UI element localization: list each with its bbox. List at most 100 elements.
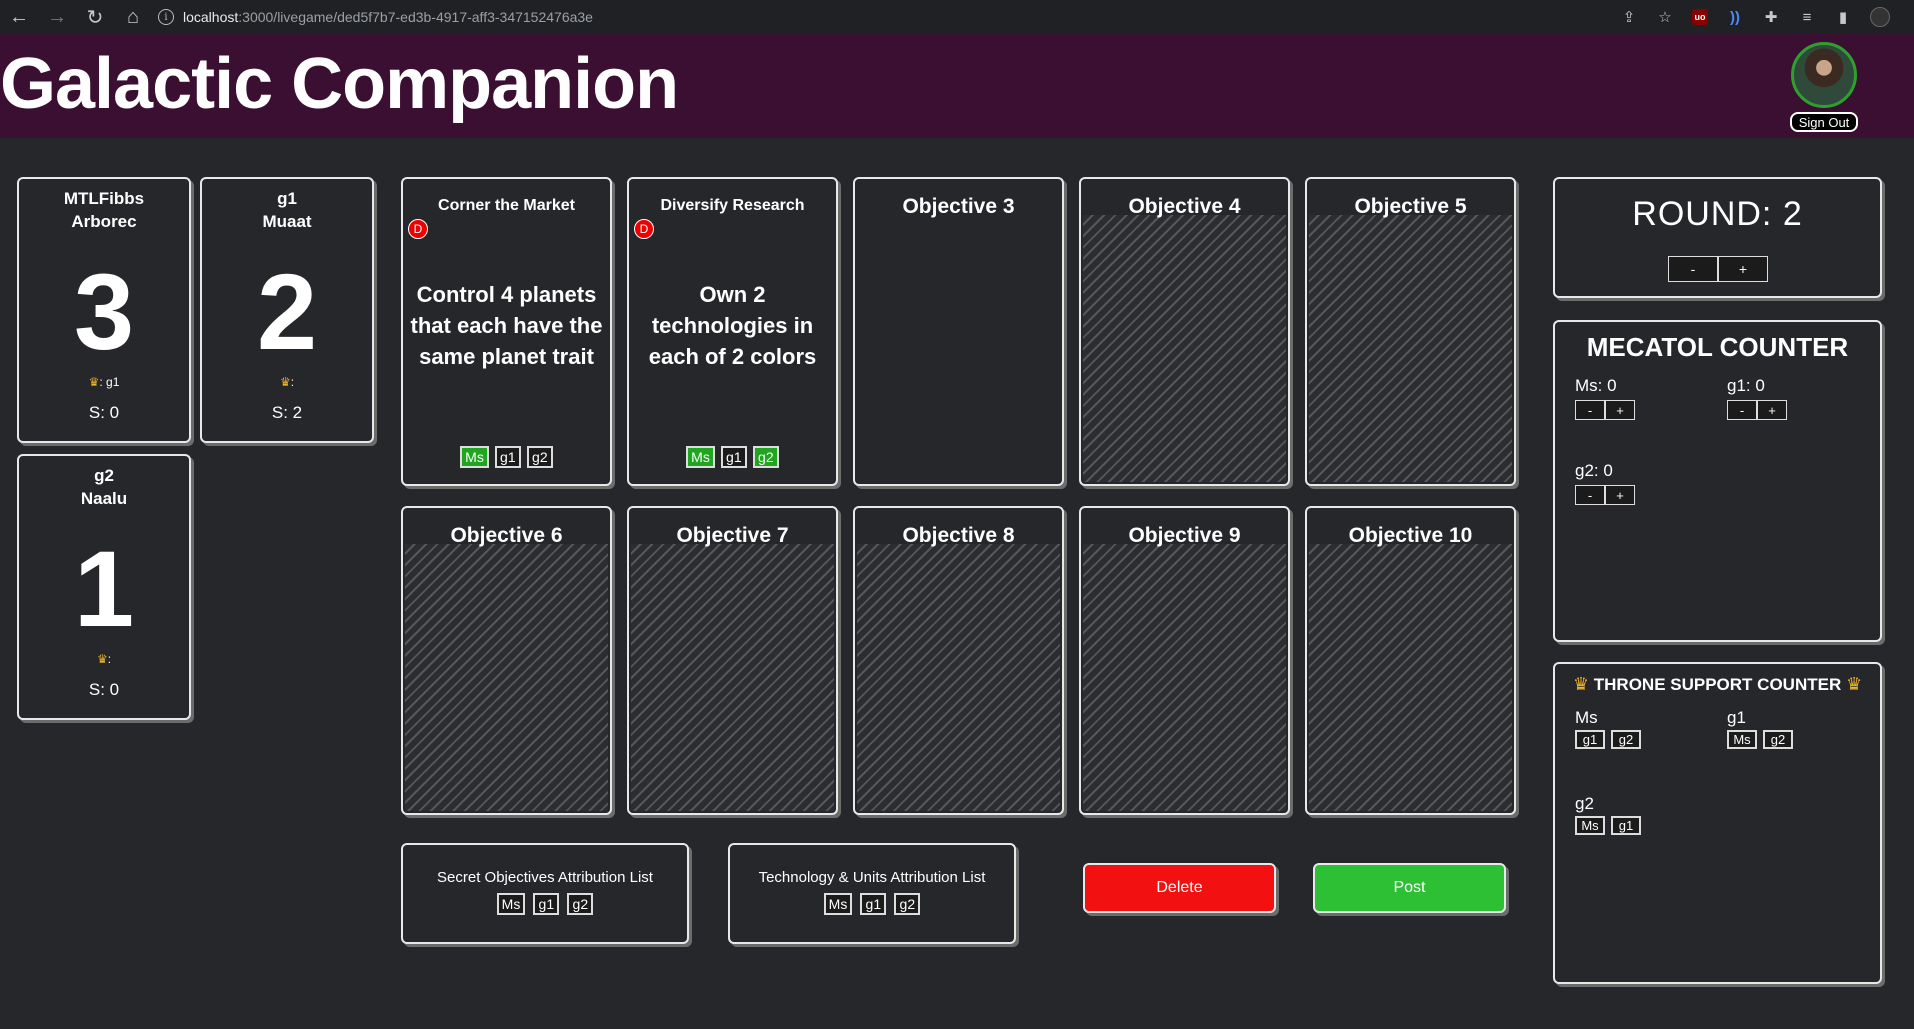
attribution-toggle-g1[interactable]: g1 bbox=[533, 893, 560, 915]
throne-toggle-ms-g1[interactable]: g1 bbox=[1575, 730, 1605, 749]
scorer-toggle-g2[interactable]: g2 bbox=[526, 446, 553, 468]
throne-tags-g1: Ms g2 bbox=[1727, 730, 1793, 749]
dark-reader-icon[interactable]: )) bbox=[1726, 8, 1744, 26]
back-arrow-icon[interactable]: ← bbox=[0, 0, 38, 34]
scorer-toggle-ms[interactable]: Ms bbox=[686, 446, 715, 468]
objective-card-5[interactable]: Objective 5 bbox=[1305, 177, 1516, 486]
objective-scorers: Ms g1 g2 bbox=[629, 446, 836, 468]
locked-pattern bbox=[1309, 215, 1512, 482]
locked-pattern bbox=[1309, 544, 1512, 811]
throne-toggle-ms-g2[interactable]: g2 bbox=[1611, 730, 1641, 749]
avatar[interactable] bbox=[1791, 42, 1857, 108]
mecatol-g2-increment[interactable]: + bbox=[1605, 485, 1635, 505]
player-throne: ♛: g1 bbox=[88, 375, 120, 389]
player-throne: ♛: bbox=[279, 375, 295, 389]
attribution-label: Secret Objectives Attribution List bbox=[437, 869, 653, 886]
attribution-toggle-ms[interactable]: Ms bbox=[823, 893, 853, 915]
attribution-label: Technology & Units Attribution List bbox=[758, 869, 986, 886]
post-button[interactable]: Post bbox=[1313, 863, 1506, 913]
locked-pattern bbox=[631, 544, 834, 811]
scorer-toggle-ms[interactable]: Ms bbox=[460, 446, 489, 468]
sign-out-button[interactable]: Sign Out bbox=[1790, 112, 1858, 132]
mecatol-label-g2: g2: 0 bbox=[1575, 461, 1613, 480]
objective-scorers: Ms g1 g2 bbox=[403, 446, 610, 468]
attribution-toggle-ms[interactable]: Ms bbox=[496, 893, 526, 915]
throne-label-g2: g2 bbox=[1575, 794, 1594, 813]
player-card-g2[interactable]: g2 Naalu 1 ♛: S: 0 bbox=[17, 454, 191, 720]
player-card-mtlfibbs[interactable]: MTLFibbs Arborec 3 ♛: g1 S: 0 bbox=[17, 177, 191, 443]
forward-arrow-icon[interactable]: → bbox=[38, 0, 76, 34]
home-icon[interactable]: ⌂ bbox=[114, 0, 152, 34]
throne-toggle-g1-g2[interactable]: g2 bbox=[1763, 730, 1793, 749]
media-queue-icon[interactable]: ≡ bbox=[1798, 8, 1816, 26]
crown-icon: ♛ bbox=[1572, 674, 1590, 694]
profile-icon[interactable] bbox=[1870, 7, 1890, 27]
scorer-toggle-g1[interactable]: g1 bbox=[494, 446, 521, 468]
bookmark-star-icon[interactable]: ☆ bbox=[1656, 8, 1674, 26]
objective-card-2[interactable]: Diversify Research D Own 2 technologies … bbox=[627, 177, 838, 486]
address-bar[interactable]: i localhost:3000/livegame/ded5f7b7-ed3b-… bbox=[158, 4, 593, 30]
objective-title: Objective 8 bbox=[902, 524, 1015, 547]
objective-card-7[interactable]: Objective 7 bbox=[627, 506, 838, 815]
objective-title: Objective 9 bbox=[1128, 524, 1241, 547]
objective-title: Diversify Research bbox=[660, 197, 805, 214]
throne-title: ♛ THRONE SUPPORT COUNTER ♛ bbox=[1572, 674, 1863, 694]
crown-icon: ♛ bbox=[96, 652, 108, 666]
mecatol-g1-decrement[interactable]: - bbox=[1727, 400, 1757, 420]
attribution-toggle-g2[interactable]: g2 bbox=[894, 893, 921, 915]
player-card-g1[interactable]: g1 Muaat 2 ♛: S: 2 bbox=[200, 177, 374, 443]
objective-badge: D bbox=[408, 219, 428, 239]
attribution-toggle-g2[interactable]: g2 bbox=[567, 893, 594, 915]
extension-icons: ⇪ ☆ uo )) ✚ ≡ ▮ bbox=[1620, 0, 1890, 34]
extensions-puzzle-icon[interactable]: ✚ bbox=[1762, 8, 1780, 26]
url-path: :3000/livegame/ded5f7b7-ed3b-4917-aff3-3… bbox=[238, 9, 593, 25]
mecatol-title: MECATOL COUNTER bbox=[1586, 332, 1849, 362]
throne-label-g1: g1 bbox=[1727, 708, 1746, 727]
player-name: MTLFibbs Arborec bbox=[63, 189, 145, 231]
crown-icon: ♛ bbox=[1845, 674, 1863, 694]
attribution-tags: Ms g1 g2 bbox=[730, 893, 1014, 915]
objective-title: Objective 10 bbox=[1348, 524, 1473, 547]
share-icon[interactable]: ⇪ bbox=[1620, 8, 1638, 26]
objective-badge: D bbox=[634, 219, 654, 239]
mecatol-label-ms: Ms: 0 bbox=[1575, 376, 1617, 395]
reload-icon[interactable]: ↻ bbox=[76, 0, 114, 34]
objective-card-9[interactable]: Objective 9 bbox=[1079, 506, 1290, 815]
mecatol-g2-decrement[interactable]: - bbox=[1575, 485, 1605, 505]
site-info-icon[interactable]: i bbox=[158, 9, 174, 25]
player-score: 3 bbox=[73, 251, 135, 372]
objective-card-10[interactable]: Objective 10 bbox=[1305, 506, 1516, 815]
app-header: Galactic Companion Sign Out bbox=[0, 34, 1914, 138]
objective-text: Control 4 planets that each have the sam… bbox=[410, 282, 603, 369]
player-name: g2 Naalu bbox=[80, 466, 128, 508]
mecatol-ms-increment[interactable]: + bbox=[1605, 400, 1635, 420]
objective-card-1[interactable]: Corner the Market D Control 4 planets th… bbox=[401, 177, 612, 486]
page-title: Galactic Companion bbox=[0, 44, 679, 124]
round-decrement-button[interactable]: - bbox=[1668, 256, 1718, 282]
objective-card-6[interactable]: Objective 6 bbox=[401, 506, 612, 815]
browser-toolbar: ← → ↻ ⌂ i localhost:3000/livegame/ded5f7… bbox=[0, 0, 1914, 34]
objective-card-4[interactable]: Objective 4 bbox=[1079, 177, 1290, 486]
side-panel-icon[interactable]: ▮ bbox=[1834, 8, 1852, 26]
scorer-toggle-g2[interactable]: g2 bbox=[752, 446, 779, 468]
throne-toggle-g2-ms[interactable]: Ms bbox=[1575, 816, 1605, 835]
objective-card-3[interactable]: Objective 3 bbox=[853, 177, 1064, 486]
round-increment-button[interactable]: + bbox=[1718, 256, 1768, 282]
locked-pattern bbox=[1083, 544, 1286, 811]
throne-toggle-g2-g1[interactable]: g1 bbox=[1611, 816, 1641, 835]
player-secrets: S: 0 bbox=[88, 403, 120, 422]
player-secrets: S: 0 bbox=[88, 680, 120, 699]
mecatol-stepper-g2: - + bbox=[1575, 485, 1635, 505]
mecatol-ms-decrement[interactable]: - bbox=[1575, 400, 1605, 420]
attribution-toggle-g1[interactable]: g1 bbox=[860, 893, 887, 915]
player-throne: ♛: bbox=[96, 652, 112, 666]
delete-button[interactable]: Delete bbox=[1083, 863, 1276, 913]
scorer-toggle-g1[interactable]: g1 bbox=[720, 446, 747, 468]
secret-objectives-attribution: Secret Objectives Attribution List Ms g1… bbox=[401, 843, 689, 944]
objective-card-8[interactable]: Objective 8 bbox=[853, 506, 1064, 815]
throne-toggle-g1-ms[interactable]: Ms bbox=[1727, 730, 1757, 749]
objective-title: Corner the Market bbox=[438, 197, 575, 214]
ublock-icon[interactable]: uo bbox=[1692, 9, 1708, 25]
mecatol-g1-increment[interactable]: + bbox=[1757, 400, 1787, 420]
locked-pattern bbox=[857, 544, 1060, 811]
